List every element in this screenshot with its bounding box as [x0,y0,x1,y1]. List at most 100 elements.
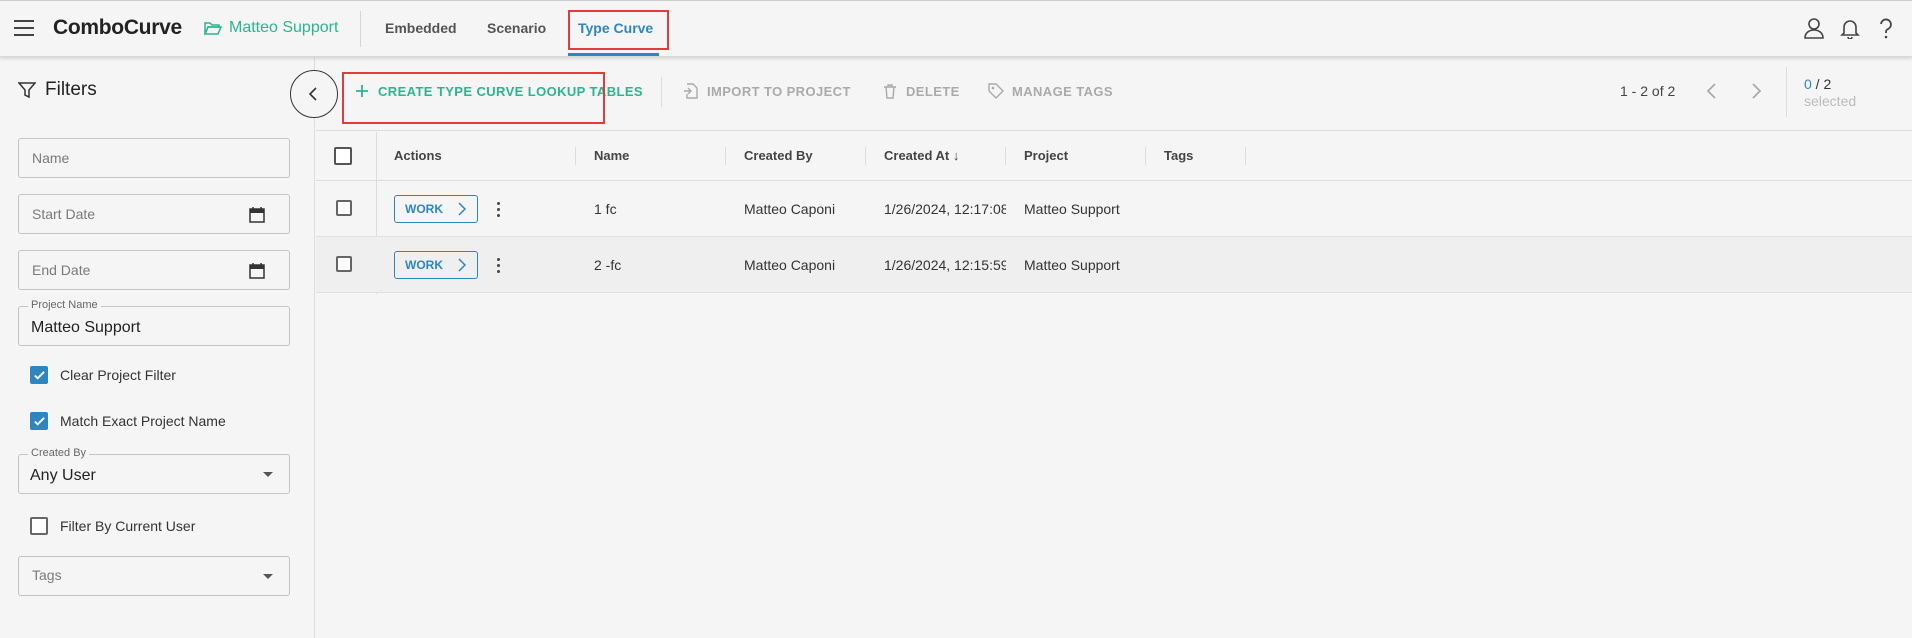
total-number: 2 [1823,76,1832,92]
work-label: WORK [405,202,443,216]
help-icon[interactable] [1875,17,1897,39]
selected-count: 0 / 2 [1804,76,1832,92]
highlight-box-create [342,72,605,124]
column-header-created-at[interactable]: Created At ↓ [884,148,959,163]
project-name-input[interactable]: Project Name Matteo Support [18,299,290,346]
tab-scenario[interactable]: Scenario [487,20,546,36]
table-row[interactable]: WORK 2 -fc Matteo Caponi 1/26/2024, 12:1… [316,237,1912,293]
name-placeholder: Name [32,150,70,166]
table-row[interactable]: WORK 1 fc Matteo Caponi 1/26/2024, 12:17… [316,181,1912,237]
created-at-label: Created At [884,148,950,163]
column-separator [865,147,866,165]
import-label: IMPORT TO PROJECT [707,83,851,99]
cell-name: 2 -fc [594,257,622,273]
row-checkbox[interactable] [336,200,352,216]
created-by-value: Any User [30,467,96,484]
match-exact-project-name-label: Match Exact Project Name [60,413,226,429]
tag-icon [988,83,1004,99]
import-to-project-button[interactable]: IMPORT TO PROJECT [683,83,851,99]
tags-select[interactable]: Tags [18,556,290,596]
folder-open-icon [204,22,222,35]
filters-heading: Filters [18,79,97,101]
column-separator [575,147,576,165]
check-icon [33,370,45,380]
cell-project: Matteo Support [1024,257,1120,273]
column-separator [1245,147,1246,165]
selected-number: 0 [1804,76,1812,92]
manage-tags-label: MANAGE TAGS [1012,83,1113,99]
chevron-right-icon[interactable] [1744,79,1768,103]
filters-sidebar: Filters Name Start Date End Date Project… [0,57,315,638]
row-checkbox[interactable] [336,256,352,272]
column-separator [1005,147,1006,165]
table-header: Actions Name Created By Created At ↓ Pro… [316,132,1912,181]
import-icon [684,83,698,99]
checkbox-checked[interactable] [30,412,48,430]
type-curve-table: Actions Name Created By Created At ↓ Pro… [316,132,1912,294]
tags-placeholder: Tags [32,567,62,583]
end-date-input[interactable]: End Date [18,250,290,290]
highlight-box-tab [568,10,669,50]
filters-title: Filters [45,79,97,100]
start-date-input[interactable]: Start Date [18,194,290,234]
work-button[interactable]: WORK [394,195,478,223]
divider [1786,67,1787,117]
manage-tags-button[interactable]: MANAGE TAGS [988,83,1113,99]
clear-project-filter-checkbox[interactable]: Clear Project Filter [30,366,176,384]
more-options-icon[interactable] [492,253,504,277]
column-header-actions: Actions [394,148,442,163]
chevron-left-icon [308,87,317,101]
brand-logo: ComboCurve [53,16,182,39]
project-link[interactable]: Matteo Support [204,19,338,37]
select-all-checkbox[interactable] [334,147,352,165]
column-header-name[interactable]: Name [594,148,629,163]
top-bar: ComboCurve Matteo Support Embedded Scena… [0,0,1912,57]
column-header-tags[interactable]: Tags [1164,148,1193,163]
created-by-select[interactable]: Created By Any User [18,447,290,494]
checkbox-checked[interactable] [30,366,48,384]
chevron-right-icon [458,202,467,216]
work-button[interactable]: WORK [394,251,478,279]
project-name-value: Matteo Support [31,319,141,336]
name-filter-input[interactable]: Name [18,138,290,178]
tab-embedded[interactable]: Embedded [385,20,457,36]
work-label: WORK [405,258,443,272]
pagination-text: 1 - 2 of 2 [1620,83,1676,99]
project-name-label: Project Name [28,299,101,311]
column-separator [725,147,726,165]
chevron-left-icon[interactable] [1700,79,1724,103]
more-options-icon[interactable] [492,197,504,221]
cell-project: Matteo Support [1024,201,1120,217]
collapse-sidebar-button[interactable] [290,70,338,118]
filter-by-current-user-checkbox[interactable]: Filter By Current User [30,517,195,535]
checkbox-unchecked[interactable] [30,517,48,535]
match-exact-project-name-checkbox[interactable]: Match Exact Project Name [30,412,226,430]
caret-down-icon [263,574,273,579]
main-content: CREATE TYPE CURVE LOOKUP TABLES IMPORT T… [316,57,1912,638]
delete-label: DELETE [906,83,960,99]
start-date-placeholder: Start Date [32,206,96,222]
delete-button[interactable]: DELETE [882,83,960,99]
caret-down-icon [263,472,273,477]
cell-created-by: Matteo Caponi [744,201,836,217]
menu-icon[interactable] [14,20,34,36]
cell-created-at: 1/26/2024, 12:15:59 [884,257,1006,273]
chevron-right-icon [458,258,467,272]
user-icon[interactable] [1803,17,1825,39]
calendar-icon[interactable] [249,262,265,279]
column-separator [1145,147,1146,165]
filter-icon [18,82,36,99]
column-header-created-by[interactable]: Created By [744,148,813,163]
check-icon [33,416,45,426]
selected-label: selected [1804,93,1857,109]
created-by-label: Created By [28,447,90,459]
filter-by-current-user-label: Filter By Current User [60,518,196,534]
end-date-placeholder: End Date [32,262,91,278]
cell-created-by: Matteo Caponi [744,257,836,273]
bell-icon[interactable] [1839,17,1861,39]
cell-created-at: 1/26/2024, 12:17:08 [884,201,1006,217]
column-header-project[interactable]: Project [1024,148,1068,163]
calendar-icon[interactable] [249,206,265,223]
active-tab-indicator [568,53,659,56]
divider [661,77,662,107]
